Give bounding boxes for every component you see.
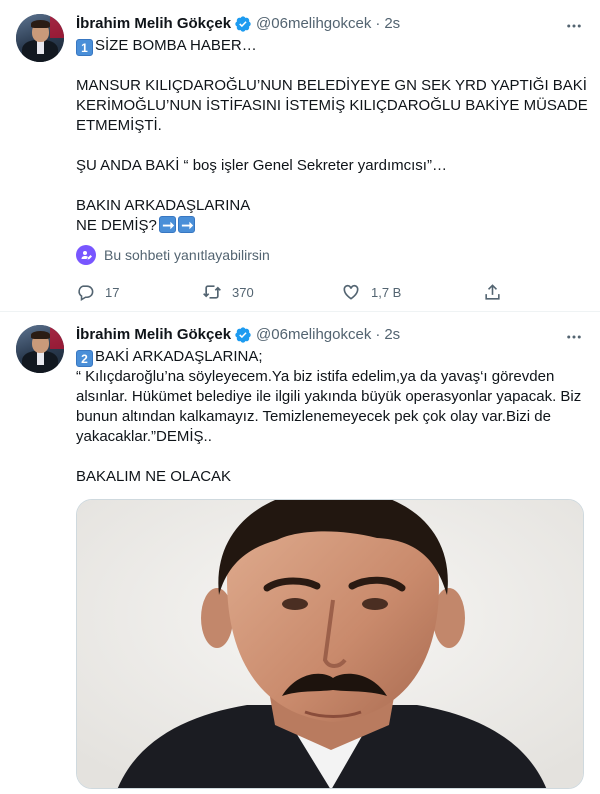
reply-restriction-text: Bu sohbeti yanıtlayabilirsin xyxy=(104,247,270,263)
tweet-line: NE DEMİŞ? xyxy=(76,216,586,236)
author-avatar[interactable] xyxy=(16,14,64,62)
share-button[interactable] xyxy=(483,282,512,302)
like-button[interactable]: 1,7 B xyxy=(341,282,401,302)
tweet-text: 2 BAKİ ARKADAŞLARINA; “ Kılıçdaroğlu’na s… xyxy=(76,347,586,487)
tweet-line: “ Kılıçdaroğlu’na söyleyecem.Ya biz isti… xyxy=(76,368,555,385)
tweet-line: ŞU ANDA BAKİ “ boş işler Genel Sekreter … xyxy=(76,157,447,174)
tweet-actions: 17 370 1,7 B xyxy=(76,282,506,302)
tweet-line-text: BAKİ ARKADAŞLARINA; xyxy=(95,348,263,365)
separator-dot: · xyxy=(375,15,381,32)
tweet-line: 2 BAKİ ARKADAŞLARINA; xyxy=(76,347,586,367)
tweet-header: İbrahim Melih Gökçek @06melihgokcek · 2s xyxy=(76,325,400,345)
portrait-photo xyxy=(77,500,583,788)
tweet-time[interactable]: 2s xyxy=(384,14,400,34)
keycap-number: 2 xyxy=(76,350,93,367)
verified-icon xyxy=(235,16,251,32)
retweet-count: 370 xyxy=(232,284,254,300)
tweet-2[interactable]: İbrahim Melih Gökçek @06melihgokcek · 2s… xyxy=(0,313,600,794)
more-icon[interactable] xyxy=(564,327,584,347)
tweet-line-text: SİZE BOMBA HABER… xyxy=(95,37,257,54)
reply-restriction-notice: Bu sohbeti yanıtlayabilirsin xyxy=(76,245,270,265)
right-arrow-icon xyxy=(158,216,176,233)
reply-restrict-icon xyxy=(76,245,96,265)
tweet-line: alsınlar. Hükümet belediye ile ilgili ya… xyxy=(76,388,582,405)
tweet-header: İbrahim Melih Gökçek @06melihgokcek · 2s xyxy=(76,14,400,34)
like-count: 1,7 B xyxy=(371,284,402,300)
tweet-line: ETMEMİŞTİ. xyxy=(76,117,162,134)
tweet-line: BAKALIM NE OLACAK xyxy=(76,468,232,485)
tweet-photo[interactable] xyxy=(76,499,584,789)
author-name[interactable]: İbrahim Melih Gökçek xyxy=(76,14,231,34)
tweet-line: 1 SİZE BOMBA HABER… xyxy=(76,36,586,56)
retweet-button[interactable]: 370 xyxy=(202,282,254,302)
author-handle[interactable]: @06melihgokcek xyxy=(256,325,371,345)
reply-icon xyxy=(78,284,94,301)
tweet-line: KERİMOĞLU’NUN İSTİFASINI İSTEMİŞ KILIÇDA… xyxy=(76,97,588,114)
tweet-line: yakacaklar.”DEMİŞ.. xyxy=(76,428,212,445)
tweet-line: bunun altından kalkamayız. Temizlenemeye… xyxy=(76,408,551,425)
reply-button[interactable]: 17 xyxy=(76,282,119,302)
more-icon[interactable] xyxy=(564,16,584,36)
author-avatar[interactable] xyxy=(16,325,64,373)
tweet-line-text: NE DEMİŞ? xyxy=(76,217,157,234)
tweet-text: 1 SİZE BOMBA HABER… MANSUR KILIÇDAROĞLU’N… xyxy=(76,36,588,236)
tweet-line: BAKIN ARKADAŞLARINA xyxy=(76,197,251,214)
like-icon xyxy=(343,284,359,300)
author-handle[interactable]: @06melihgokcek xyxy=(256,14,371,34)
separator-dot: · xyxy=(375,326,381,343)
share-icon xyxy=(485,283,500,300)
verified-icon xyxy=(235,327,251,343)
right-arrow-icon xyxy=(177,216,195,233)
tweet-1[interactable]: İbrahim Melih Gökçek @06melihgokcek · 2s… xyxy=(0,0,600,312)
reply-count: 17 xyxy=(105,284,120,300)
keycap-number: 1 xyxy=(76,39,93,56)
tweet-time[interactable]: 2s xyxy=(384,325,400,345)
retweet-icon xyxy=(203,285,221,299)
tweet-line: MANSUR KILIÇDAROĞLU’NUN BELEDİYEYE GN SE… xyxy=(76,77,587,94)
author-name[interactable]: İbrahim Melih Gökçek xyxy=(76,325,231,345)
